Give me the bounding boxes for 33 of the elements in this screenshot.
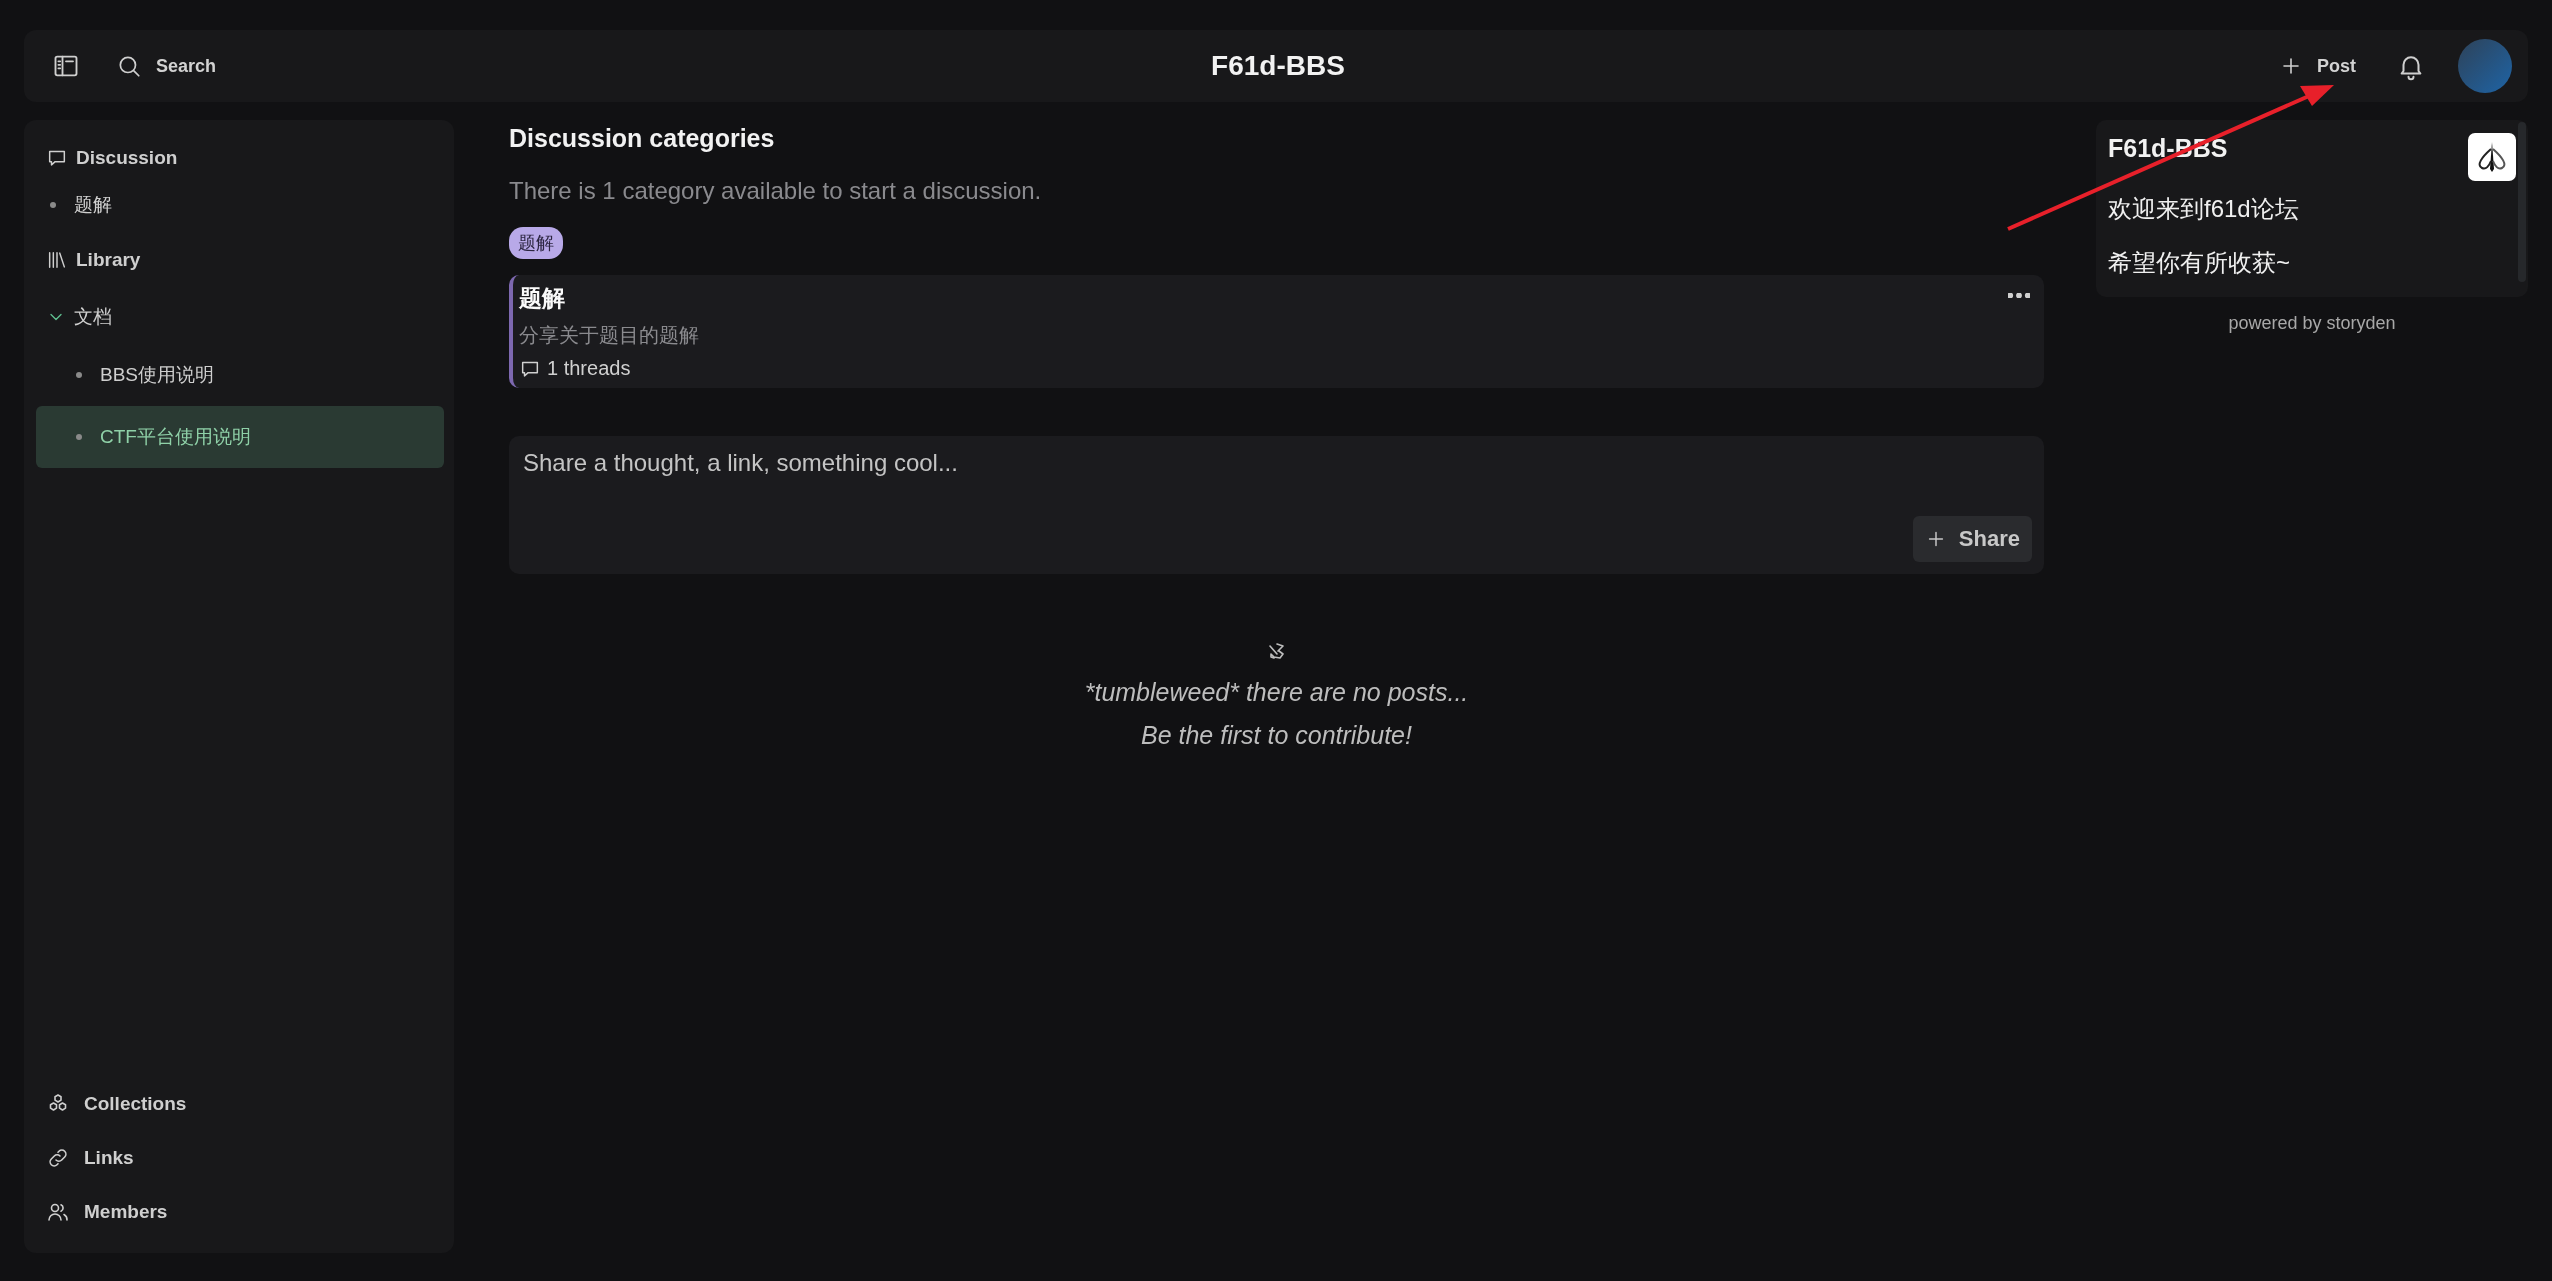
welcome-text: 希望你有所收获~ (2108, 248, 2290, 278)
composer-field[interactable]: Share a thought, a link, something cool... (521, 448, 2036, 478)
empty-message: *tumbleweed* there are no posts... (1084, 678, 1469, 707)
powered-by-text: powered by storyden (2228, 313, 2396, 334)
sidebar-item[interactable]: 题解 (36, 178, 444, 232)
more-button[interactable] (2008, 293, 2030, 298)
discussion-link[interactable]: Discussion (36, 138, 444, 178)
site-title: F61d-BBS (1211, 50, 1345, 82)
link-icon (46, 1146, 70, 1170)
sidebar-link[interactable]: Links (36, 1131, 444, 1185)
sidebar-item[interactable]: CTF平台使用说明 (36, 406, 444, 468)
more-icon (2008, 293, 2030, 298)
sidebar-link[interactable]: Collections (36, 1077, 444, 1131)
category-title: 题解 (519, 284, 565, 313)
category-card[interactable]: 题解 分享关于题目的题解 1 threads (509, 275, 2044, 388)
scrollbar[interactable] (2518, 122, 2526, 282)
forum-logo (2468, 133, 2516, 181)
sidebar-link[interactable]: Members (36, 1185, 444, 1239)
thread-count: 1 threads (547, 357, 631, 380)
share-button[interactable]: Share (1912, 516, 2032, 562)
post-button[interactable]: Post (2271, 48, 2364, 84)
empty-message: Be the first to contribute! (1141, 721, 1412, 750)
user-avatar[interactable] (2458, 39, 2512, 93)
folder-item[interactable]: 文档 (36, 290, 444, 344)
category-description: 分享关于题目的题解 (519, 323, 699, 348)
search-button[interactable]: Search (108, 47, 225, 85)
page-heading: Discussion categories (509, 124, 775, 153)
welcome-text: 欢迎来到f61d论坛 (2108, 194, 2299, 224)
library-link[interactable]: Library (36, 240, 444, 280)
page-subtitle: There is 1 category available to start a discussion. (509, 177, 1042, 205)
sidebar-item[interactable]: BBS使用说明 (36, 344, 444, 406)
books-icon (46, 249, 68, 271)
category-tag[interactable]: 题解 (509, 227, 563, 259)
